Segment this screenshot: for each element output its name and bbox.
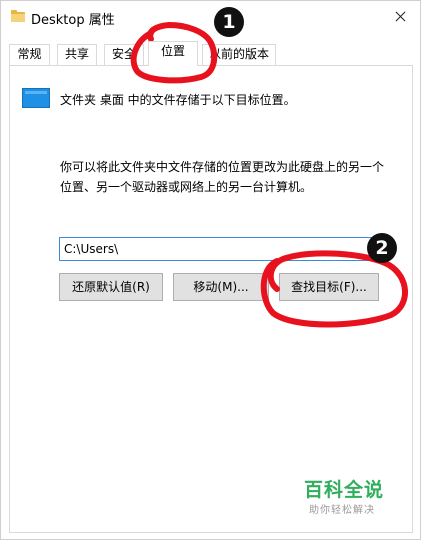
restore-default-button[interactable]: 还原默认值(R) [59,273,163,301]
location-info-text: 文件夹 桌面 中的文件存储于以下目标位置。 [60,93,296,107]
find-target-button[interactable]: 查找目标(F)... [279,273,379,301]
watermark-title: 百科全说 [304,479,385,501]
folder-icon [11,10,25,22]
watermark-subtitle: 助你轻松解决 [309,505,375,516]
tab-strip: 常规 共享 安全 位置 以前的版本 [9,41,413,66]
properties-dialog: Desktop 属性 常规 共享 安全 位置 以前的版本 文件夹 桌面 中的文件… [0,0,421,540]
path-input[interactable] [59,237,379,261]
step-badge-1: 1 [214,7,244,37]
window-title: Desktop 属性 [31,13,115,28]
tab-location[interactable]: 位置 [148,41,198,66]
tab-sharing[interactable]: 共享 [57,44,97,65]
tab-previous-versions[interactable]: 以前的版本 [202,44,276,65]
folder-icon [22,88,50,108]
tab-security[interactable]: 安全 [104,44,144,65]
description-line-2: 位置、另一个驱动器或网络上的另一台计算机。 [60,180,313,194]
move-button[interactable]: 移动(M)... [173,273,269,301]
description-line-1: 你可以将此文件夹中文件存储的位置更改为此硬盘上的另一个 [60,160,385,174]
tab-general[interactable]: 常规 [9,44,50,65]
step-badge-2: 2 [367,233,397,263]
title-bar: Desktop 属性 [1,1,420,33]
close-icon[interactable] [380,1,420,33]
